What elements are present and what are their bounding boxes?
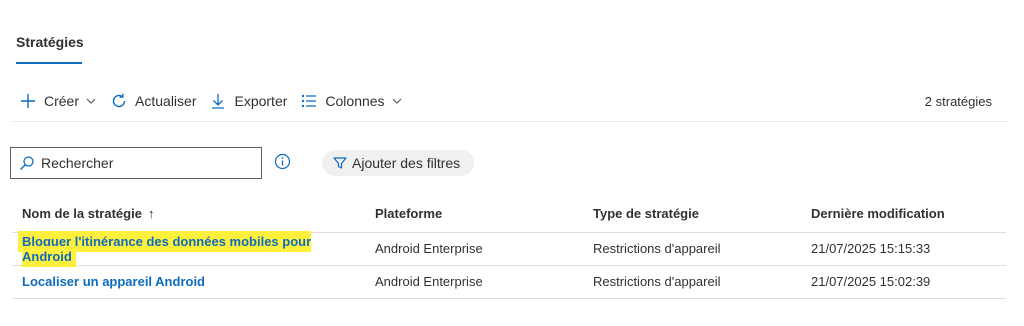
chevron-down-icon — [391, 95, 403, 107]
column-header-name[interactable]: Nom de la stratégie ↑ — [12, 196, 365, 233]
policies-table: Nom de la stratégie ↑ Plateforme Type de … — [12, 196, 1006, 299]
columns-button[interactable]: Colonnes — [293, 85, 408, 117]
create-button[interactable]: Créer — [12, 85, 103, 117]
column-header-type-label: Type de stratégie — [593, 206, 699, 222]
column-header-type[interactable]: Type de stratégie — [583, 196, 801, 233]
policy-name-link[interactable]: Localiser un appareil Android — [22, 274, 205, 289]
refresh-label: Actualiser — [135, 93, 197, 109]
search-input[interactable] — [41, 155, 241, 171]
columns-label: Colonnes — [325, 93, 385, 109]
plus-icon — [18, 91, 38, 111]
columns-list-icon — [299, 91, 319, 111]
table-row[interactable]: Localiser un appareil Android Android En… — [12, 265, 1006, 299]
column-header-modified[interactable]: Dernière modification — [801, 196, 1006, 233]
search-icon — [19, 155, 35, 171]
policy-name-cell: Bloquer l'itinérance des données mobiles… — [12, 230, 365, 267]
column-header-platform[interactable]: Plateforme — [365, 196, 583, 233]
last-modified-cell: 21/07/2025 15:02:39 — [801, 265, 1006, 299]
search-box[interactable] — [10, 147, 262, 179]
column-header-modified-label: Dernière modification — [811, 206, 945, 222]
add-filters-button[interactable]: Ajouter des filtres — [322, 150, 475, 176]
chevron-down-icon — [85, 95, 97, 107]
tab-label: Stratégies — [16, 34, 84, 50]
refresh-icon — [109, 91, 129, 111]
column-header-name-label: Nom de la stratégie — [22, 206, 142, 222]
policy-count: 2 stratégies — [924, 93, 992, 109]
last-modified-cell: 21/07/2025 15:15:33 — [801, 232, 1006, 266]
toolbar-divider — [12, 121, 1008, 122]
export-button[interactable]: Exporter — [202, 85, 293, 117]
policy-name-link[interactable]: Bloquer l'itinérance des données mobiles… — [18, 230, 312, 267]
filter-icon — [332, 155, 348, 171]
column-header-platform-label: Plateforme — [375, 206, 443, 222]
command-bar: Créer Actualiser Exporter Colonnes 2 str… — [12, 84, 1008, 118]
platform-cell: Android Enterprise — [365, 232, 583, 266]
download-icon — [208, 91, 228, 111]
create-label: Créer — [44, 93, 80, 109]
info-icon[interactable] — [274, 153, 291, 170]
table-header-row: Nom de la stratégie ↑ Plateforme Type de … — [12, 196, 1006, 233]
refresh-button[interactable]: Actualiser — [103, 85, 202, 117]
tab-active-indicator — [16, 62, 82, 64]
add-filters-label: Ajouter des filtres — [352, 155, 461, 171]
table-row[interactable]: Bloquer l'itinérance des données mobiles… — [12, 230, 1006, 267]
policy-type-cell: Restrictions d'appareil — [583, 232, 801, 266]
policy-name-cell: Localiser un appareil Android — [12, 265, 365, 299]
platform-cell: Android Enterprise — [365, 265, 583, 299]
sort-ascending-icon: ↑ — [147, 206, 155, 222]
export-label: Exporter — [234, 93, 288, 109]
tab-strategies[interactable]: Stratégies — [16, 30, 84, 64]
policy-type-cell: Restrictions d'appareil — [583, 265, 801, 299]
